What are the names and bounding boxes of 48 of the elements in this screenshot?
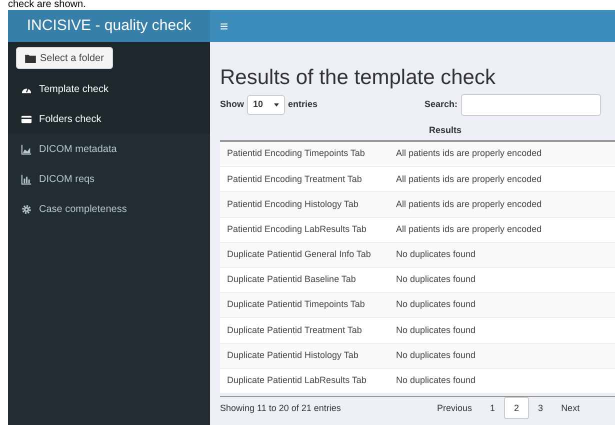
entries-label: entries: [288, 98, 318, 112]
sidebar-item[interactable]: Case completeness: [8, 194, 210, 224]
area-chart-icon: [21, 144, 32, 154]
table-cell-text: Patientid Encoding Timepoints Tab: [226, 147, 366, 160]
app-title: INCISIVE - quality check: [26, 16, 192, 36]
table-info: Showing 11 to 20 of 21 entries: [220, 402, 342, 415]
table-cell-text: Duplicate Patientid Treatment Tab: [226, 324, 363, 337]
search-label: Search:: [424, 98, 458, 112]
caption-text: check are shown.: [8, 0, 86, 10]
table-cell-text: No duplicates found: [396, 298, 476, 312]
table-cell-text: Duplicate Patientid Histology Tab: [226, 348, 360, 362]
table-cell-text: No duplicates found: [396, 248, 476, 262]
page-button[interactable]: Previous: [428, 397, 482, 420]
table-cell-text: All patients ids are properly encoded: [396, 222, 542, 236]
page-button[interactable]: 2: [504, 397, 530, 420]
table-cell-text: Patientid Encoding LabResults Tab: [226, 222, 368, 236]
table-cell-text: Patientid Encoding Treatment Tab: [226, 172, 363, 186]
table-cell-text: Duplicate Patientid Timepoints Tab: [226, 298, 366, 312]
table-cell-text: Patientid Encoding Histology Tab: [226, 198, 360, 211]
column-header[interactable]: Results: [429, 124, 462, 134]
page-button[interactable]: 1: [481, 397, 504, 420]
settings-icon: [21, 204, 32, 214]
table-cell-text: No duplicates found: [396, 273, 476, 286]
page-heading: Results of the template check: [220, 66, 496, 90]
table-cell-text: No duplicates found: [396, 374, 476, 388]
select-folder-button[interactable]: Select a folder: [16, 47, 113, 69]
menu-toggle[interactable]: ≡: [220, 19, 228, 33]
table-cell-text: All patients ids are properly encoded: [396, 172, 542, 186]
table-cell-text: Duplicate Patientid LabResults Tab: [226, 374, 368, 388]
page-button[interactable]: Next: [552, 397, 589, 420]
table-cell-text: Duplicate Patientid Baseline Tab: [226, 273, 357, 286]
sidebar-item[interactable]: DICOM metadata: [8, 134, 210, 164]
sidebar-item[interactable]: DICOM reqs: [8, 164, 210, 194]
show-label: Show: [220, 98, 244, 112]
table-cell-text: All patients ids are properly encoded: [396, 147, 542, 160]
bar-chart-icon: [21, 174, 32, 184]
card-icon: [21, 114, 32, 124]
search-field[interactable]: [460, 94, 601, 116]
entries-select[interactable]: 10: [247, 95, 285, 115]
table-cell-text: Duplicate Patientid General Info Tab: [226, 248, 372, 262]
sidebar-item[interactable]: Template check: [8, 74, 210, 104]
caret-icon: [274, 103, 279, 107]
folder-icon: [25, 54, 36, 62]
page-button[interactable]: 3: [529, 397, 552, 420]
sidebar-item[interactable]: Folders check: [8, 104, 210, 134]
table-cell-text: No duplicates found: [396, 348, 476, 362]
table-cell-text: No duplicates found: [396, 324, 476, 337]
table-cell-text: All patients ids are properly encoded: [396, 198, 542, 211]
